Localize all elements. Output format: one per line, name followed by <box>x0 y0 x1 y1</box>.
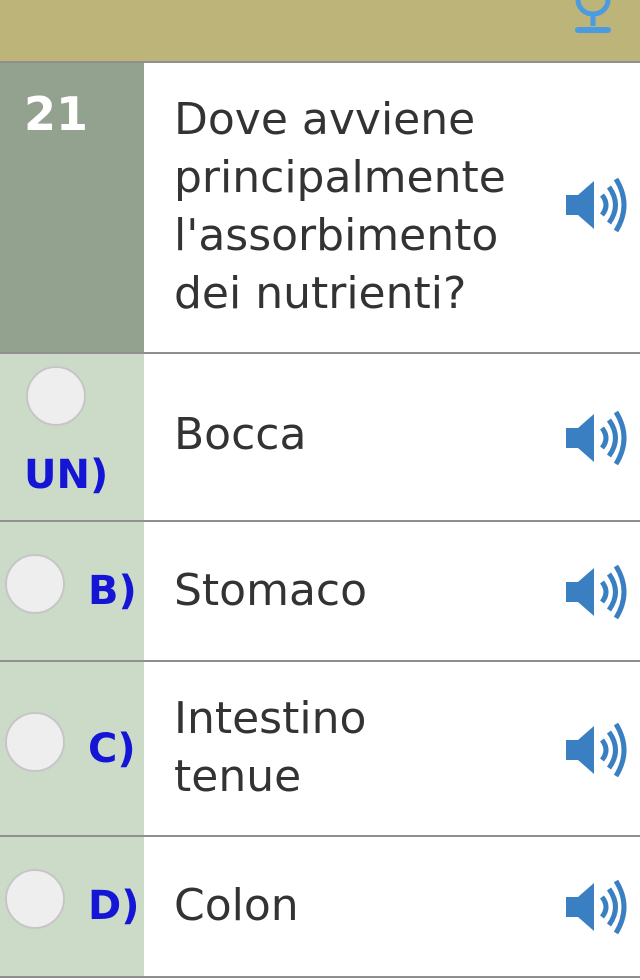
speaker-icon[interactable] <box>564 879 630 935</box>
option-text-cell: Intestino tenue <box>144 662 640 835</box>
option-radio[interactable] <box>5 869 65 929</box>
speaker-icon[interactable] <box>564 722 630 778</box>
option-letter: C) <box>88 726 136 772</box>
option-letter: B) <box>88 568 137 614</box>
question-text: Dove avviene principalmente l'assorbimen… <box>174 94 506 319</box>
option-text: Bocca <box>174 409 307 460</box>
option-text-cell: Colon <box>144 837 640 976</box>
option-text-cell: Stomaco <box>144 522 640 660</box>
option-radio[interactable] <box>26 366 86 426</box>
option-text: Intestino tenue <box>174 693 367 802</box>
option-selector-cell: C) <box>0 662 144 835</box>
option-row[interactable]: B) Stomaco <box>0 522 640 662</box>
option-radio[interactable] <box>5 712 65 772</box>
option-row[interactable]: C) Intestino tenue <box>0 662 640 837</box>
question-row: 21 Dove avviene principalmente l'assorbi… <box>0 63 640 354</box>
option-selector-cell: D) <box>0 837 144 976</box>
option-row[interactable]: D) Colon <box>0 837 640 978</box>
question-text-cell: Dove avviene principalmente l'assorbimen… <box>144 63 640 352</box>
option-row[interactable]: UN) Bocca <box>0 354 640 522</box>
option-selector-cell: UN) <box>0 354 144 520</box>
question-number-cell: 21 <box>0 63 144 352</box>
speaker-icon[interactable] <box>564 177 630 233</box>
microphone-icon[interactable] <box>566 0 620 38</box>
option-selector-cell: B) <box>0 522 144 660</box>
speaker-icon[interactable] <box>564 410 630 466</box>
option-text: Colon <box>174 880 299 931</box>
option-text-cell: Bocca <box>144 354 640 520</box>
option-radio[interactable] <box>5 554 65 614</box>
question-number: 21 <box>24 87 89 141</box>
option-letter: D) <box>88 883 140 929</box>
option-text: Stomaco <box>174 565 368 616</box>
speaker-icon[interactable] <box>564 564 630 620</box>
top-bar <box>0 0 640 63</box>
option-letter: UN) <box>24 452 109 498</box>
